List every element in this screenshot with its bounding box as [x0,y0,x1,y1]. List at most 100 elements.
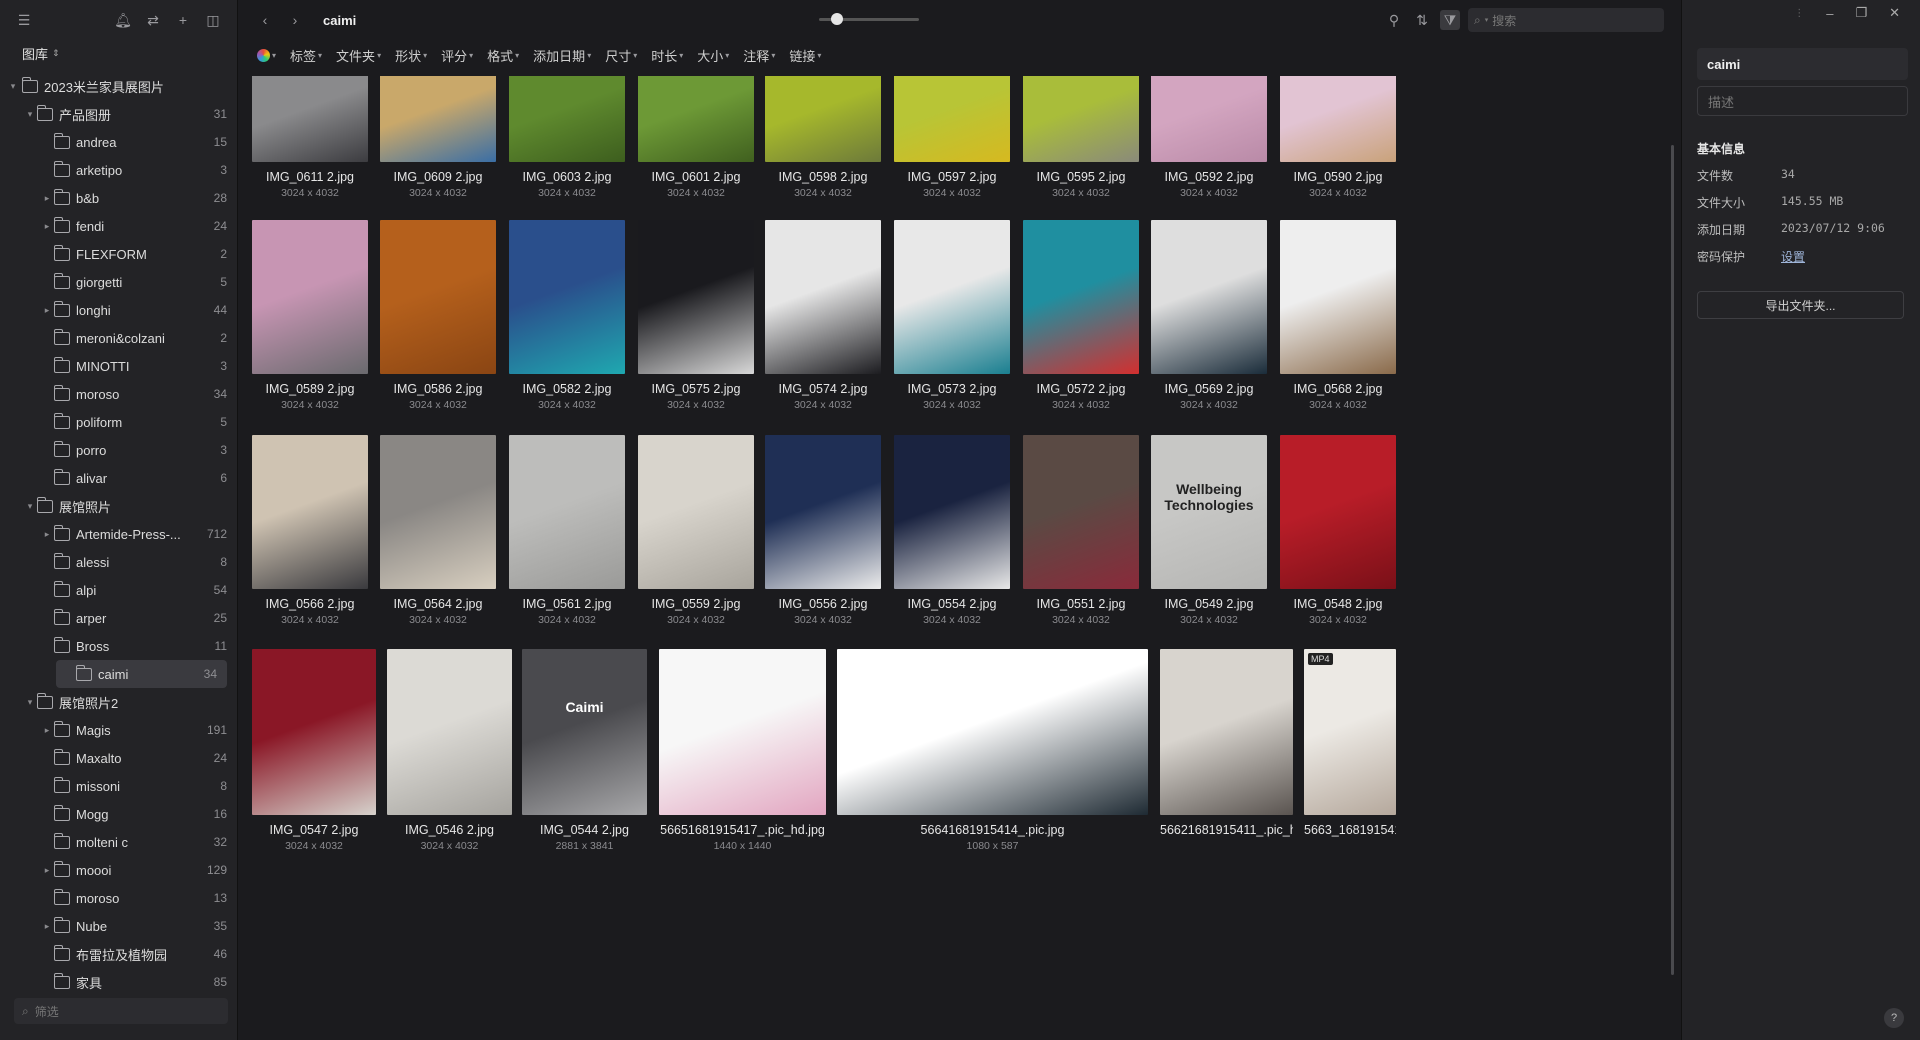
thumbnail-item[interactable]: IMG_0575 2.jpg 3024 x 4032 [638,220,754,411]
thumbnail-image[interactable] [1160,649,1293,815]
sidebar-folder-item[interactable]: ▾ 展馆照片 [0,492,237,520]
sidebar-folder-item[interactable]: porro 3 [0,436,237,464]
sidebar-folder-item[interactable]: ▸ b&b 28 [0,184,237,212]
thumbnail-image[interactable]: MP4 [1304,649,1396,815]
thumbnail-item[interactable]: IMG_0566 2.jpg 3024 x 4032 [252,435,368,626]
chevron-right-icon[interactable]: ▸ [40,221,54,232]
sidebar-folder-item[interactable]: arketipo 3 [0,156,237,184]
folder-name-field[interactable]: caimi [1697,48,1908,80]
thumbnail-image[interactable] [765,435,881,589]
sidebar-folder-item[interactable]: molteni c 32 [0,828,237,856]
thumbnail-image[interactable]: Caimi [522,649,647,815]
sidebar-folder-item[interactable]: giorgetti 5 [0,268,237,296]
sidebar-folder-item[interactable]: 布雷拉及植物园 46 [0,940,237,968]
back-arrow-icon[interactable]: ‹ [255,10,275,30]
thumbnail-image[interactable] [1280,76,1396,162]
chevron-right-icon[interactable]: ▸ [40,529,54,540]
filter-dropdown[interactable]: 添加日期 ▾ [533,46,591,65]
thumbnail-item[interactable]: IMG_0586 2.jpg 3024 x 4032 [380,220,496,411]
thumbnail-image[interactable] [765,76,881,162]
filter-dropdown[interactable]: 链接 ▾ [789,46,821,65]
sidebar-folder-item[interactable]: ▸ moooi 129 [0,856,237,884]
thumbnail-image[interactable] [252,649,376,815]
panel-toggle-icon[interactable]: ◫ [203,10,223,30]
thumbnail-image[interactable] [1151,76,1267,162]
sidebar-folder-item[interactable]: alessi 8 [0,548,237,576]
sidebar-folder-item[interactable]: ▾ 2023米兰家具展图片 [0,72,237,100]
thumbnail-item[interactable]: IMG_0559 2.jpg 3024 x 4032 [638,435,754,626]
thumbnail-item[interactable]: IMG_0601 2.jpg 3024 x 4032 [638,76,754,199]
thumbnail-image[interactable] [765,220,881,374]
thumbnail-image[interactable] [509,435,625,589]
thumbnail-image[interactable] [1280,435,1396,589]
filter-dropdown[interactable]: 文件夹 ▾ [336,46,381,65]
thumbnail-item[interactable]: IMG_0569 2.jpg 3024 x 4032 [1151,220,1267,411]
thumbnail-item[interactable]: IMG_0564 2.jpg 3024 x 4032 [380,435,496,626]
filter-dropdown[interactable]: 格式 ▾ [487,46,519,65]
thumbnail-image[interactable]: Wellbeing Technologies [1151,435,1267,589]
zoom-slider[interactable] [819,13,919,25]
library-selector[interactable]: 图库 ⇕ [0,40,237,66]
thumbnail-image[interactable] [1023,220,1139,374]
thumbnail-image[interactable] [252,76,368,162]
thumbnail-item[interactable]: IMG_0592 2.jpg 3024 x 4032 [1151,76,1267,199]
thumbnail-item[interactable]: IMG_0609 2.jpg 3024 x 4032 [380,76,496,199]
thumbnail-image[interactable] [1151,220,1267,374]
help-icon[interactable]: ? [1884,1008,1904,1028]
thumbnail-item[interactable]: IMG_0574 2.jpg 3024 x 4032 [765,220,881,411]
sidebar-folder-item[interactable]: ▸ longhi 44 [0,296,237,324]
sidebar-folder-item[interactable]: Bross 11 [0,632,237,660]
thumbnail-image[interactable] [638,76,754,162]
password-set-link[interactable]: 设置 [1781,248,1805,265]
thumbnail-image[interactable] [1023,76,1139,162]
sidebar-folder-item[interactable]: arper 25 [0,604,237,632]
thumbnail-image[interactable] [894,435,1010,589]
sidebar-folder-item[interactable]: ▸ Artemide-Press-... 712 [0,520,237,548]
thumbnail-item[interactable]: IMG_0568 2.jpg 3024 x 4032 [1280,220,1396,411]
maximize-icon[interactable]: ❐ [1855,5,1867,21]
filter-dropdown[interactable]: 评分 ▾ [441,46,473,65]
thumbnail-image[interactable] [894,220,1010,374]
chevron-right-icon[interactable]: ▸ [40,193,54,204]
chevron-right-icon[interactable]: ▸ [40,921,54,932]
thumbnail-item[interactable]: IMG_0548 2.jpg 3024 x 4032 [1280,435,1396,626]
chevron-right-icon[interactable]: ▸ [40,305,54,316]
chevron-down-icon[interactable]: ▾ [23,697,37,708]
color-filter[interactable]: ▾ [257,48,276,62]
sidebar-folder-item[interactable]: FLEXFORM 2 [0,240,237,268]
thumbnail-item[interactable]: 56621681915411_.pic_hd.jpg [1160,649,1293,840]
thumbnail-image[interactable] [380,220,496,374]
filter-dropdown[interactable]: 尺寸 ▾ [605,46,637,65]
sidebar-folder-item[interactable]: moroso 13 [0,884,237,912]
sidebar-folder-item[interactable]: poliform 5 [0,408,237,436]
forward-arrow-icon[interactable]: › [285,10,305,30]
search-input[interactable]: ⌕ ▾ 搜索 [1468,8,1664,32]
thumbnail-image[interactable] [638,435,754,589]
sidebar-folder-item[interactable]: 家具 85 [0,968,237,996]
sidebar-folder-item[interactable]: ▾ 展馆照片2 [0,688,237,716]
thumbnail-item[interactable]: 56641681915414_.pic.jpg 1080 x 587 [837,649,1148,852]
sidebar-folder-item[interactable]: ▾ 产品图册 31 [0,100,237,128]
thumbnail-image[interactable] [1280,220,1396,374]
chevron-right-icon[interactable]: ▸ [40,865,54,876]
description-field[interactable]: 描述 [1697,86,1908,116]
filter-dropdown[interactable]: 注释 ▾ [743,46,775,65]
thumbnail-item[interactable]: IMG_0590 2.jpg 3024 x 4032 [1280,76,1396,199]
add-icon[interactable]: + [173,10,193,30]
sidebar-folder-item[interactable]: missoni 8 [0,772,237,800]
thumbnail-image[interactable] [894,76,1010,162]
thumbnail-item[interactable]: Wellbeing Technologies IMG_0549 2.jpg 3024… [1151,435,1267,626]
menu-icon[interactable]: ☰ [14,10,34,30]
chevron-down-icon[interactable]: ▾ [23,501,37,512]
thumbnail-image[interactable] [380,435,496,589]
sort-icon[interactable]: ⇅ [1412,10,1432,30]
sidebar-filter-input[interactable]: ⌕ 筛选 [14,998,228,1024]
thumbnail-image[interactable] [659,649,826,815]
thumbnail-item[interactable]: IMG_0598 2.jpg 3024 x 4032 [765,76,881,199]
pin-window-icon[interactable]: ⋮ [1794,8,1804,19]
thumbnail-item[interactable]: IMG_0603 2.jpg 3024 x 4032 [509,76,625,199]
sidebar-folder-item[interactable]: meroni&colzani 2 [0,324,237,352]
filter-icon[interactable]: ⧩ [1440,10,1460,30]
thumbnail-item[interactable]: IMG_0573 2.jpg 3024 x 4032 [894,220,1010,411]
sidebar-folder-item[interactable]: Mogg 16 [0,800,237,828]
